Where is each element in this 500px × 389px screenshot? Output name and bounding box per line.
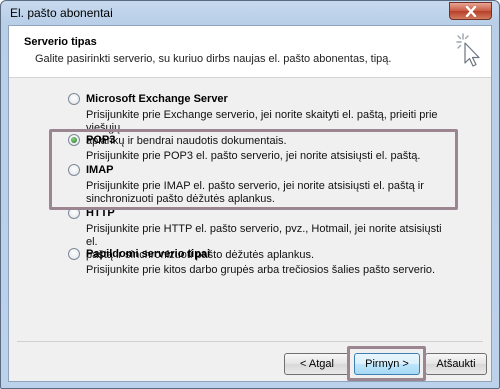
option-description: Prisijunkite prie kitos darbo grupės arb… <box>86 264 436 276</box>
option-additional[interactable]: Papildomi serverio tipai Prisijunkite pr… <box>68 248 448 277</box>
title-bar[interactable]: El. pašto abonentai <box>1 1 499 25</box>
footer-divider <box>17 341 483 342</box>
dialog-window: El. pašto abonentai Serverio tipas Galit… <box>0 0 500 389</box>
page-title: Serverio tipas <box>24 36 97 48</box>
option-label: Microsoft Exchange Server <box>86 93 228 105</box>
close-button[interactable] <box>449 2 492 20</box>
radio-exchange[interactable] <box>68 93 80 105</box>
highlight-box-pop3-imap <box>49 129 458 210</box>
radio-additional[interactable] <box>68 248 80 260</box>
page-subtitle: Galite pasirinkti serverio, su kuriuo di… <box>35 53 392 65</box>
dialog-body: Serverio tipas Galite pasirinkti serveri… <box>8 25 492 382</box>
wizard-header: Serverio tipas Galite pasirinkti serveri… <box>9 26 491 78</box>
window-title: El. pašto abonentai <box>10 6 113 20</box>
highlight-box-next <box>347 346 426 381</box>
option-label: Papildomi serverio tipai <box>86 248 211 260</box>
back-button[interactable]: < Atgal <box>284 353 350 375</box>
cancel-button[interactable]: Atšaukti <box>425 353 487 375</box>
close-icon <box>465 5 476 17</box>
cursor-sparkle-icon <box>456 33 480 67</box>
